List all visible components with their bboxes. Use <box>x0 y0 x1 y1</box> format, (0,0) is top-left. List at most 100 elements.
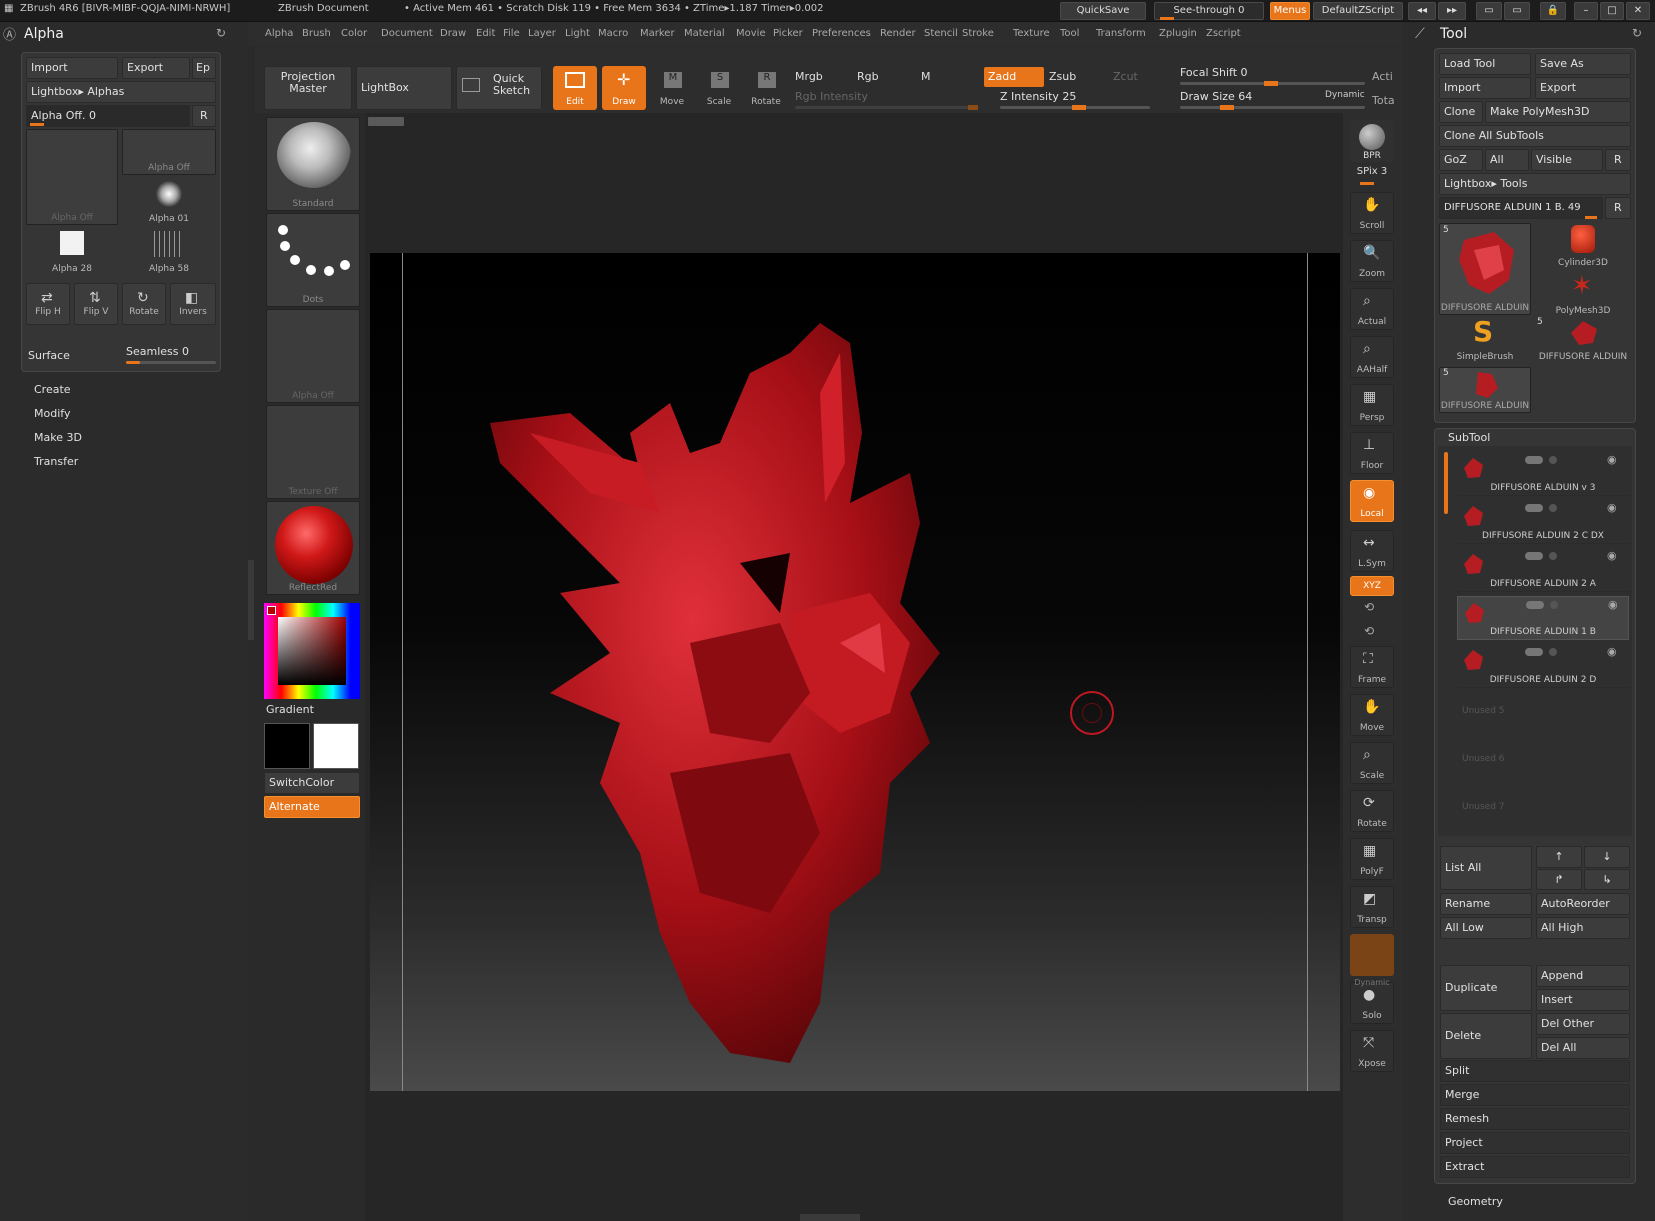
list-all-button[interactable]: List All <box>1440 846 1532 890</box>
clone-button[interactable]: Clone <box>1439 101 1483 123</box>
shelf-scroll-button[interactable]: ✋ Scroll <box>1350 192 1394 234</box>
switch-color-button[interactable]: SwitchColor <box>264 772 360 794</box>
shelf-floor-button[interactable]: ⊥ Floor <box>1350 432 1394 474</box>
invert-button[interactable]: ◧ Invers <box>170 283 216 325</box>
remesh-section[interactable]: Remesh <box>1440 1108 1630 1130</box>
draw-button[interactable]: ✛ Draw <box>602 66 646 110</box>
del-all-button[interactable]: Del All <box>1536 1037 1630 1059</box>
lightbox-tools-button[interactable]: Lightbox▸ Tools <box>1439 173 1631 195</box>
alpha-export-button[interactable]: Export <box>122 57 190 79</box>
bpr-button[interactable]: BPR <box>1350 120 1394 162</box>
autoreorder-button[interactable]: AutoReorder <box>1536 893 1630 915</box>
clone-all-subtools-button[interactable]: Clone All SubTools <box>1439 125 1631 147</box>
menu-marker[interactable]: Marker <box>640 28 675 39</box>
tool-thumb-cylinder[interactable]: Cylinder3D <box>1535 223 1631 269</box>
rgb-intensity-slider[interactable]: Rgb Intensity <box>795 90 868 103</box>
maximize-icon[interactable]: □ <box>1600 2 1624 20</box>
refresh-icon[interactable]: ↻ <box>216 26 226 40</box>
menu-render[interactable]: Render <box>880 28 916 39</box>
menu-macro[interactable]: Macro <box>598 28 628 39</box>
subtool-eye-icon[interactable]: ◉ <box>1607 549 1617 562</box>
document-scroll-handle[interactable] <box>368 117 404 126</box>
default-zscript-button[interactable]: DefaultZScript <box>1313 2 1403 20</box>
alpha-make3d-section[interactable]: Make 3D <box>34 431 82 444</box>
subtool-polypaint-icon[interactable] <box>1550 601 1558 609</box>
minimize-icon[interactable]: – <box>1574 2 1598 20</box>
shelf-local-button[interactable]: ◉ Local <box>1350 480 1394 522</box>
subtool-header[interactable]: SubTool <box>1448 431 1490 444</box>
all-high-button[interactable]: All High <box>1536 917 1630 939</box>
subtool-eye-icon[interactable]: ◉ <box>1607 453 1617 466</box>
subtool-eye-icon[interactable]: ◉ <box>1608 598 1618 611</box>
quicksave-button[interactable]: QuickSave <box>1060 2 1146 20</box>
rename-button[interactable]: Rename <box>1440 893 1532 915</box>
shelf-lsym-button[interactable]: ↔ L.Sym <box>1350 530 1394 572</box>
menu-edit[interactable]: Edit <box>476 28 495 39</box>
shelf-transp-button[interactable]: ◩ Transp <box>1350 886 1394 928</box>
subtool-polypaint-icon[interactable] <box>1549 648 1557 656</box>
tool-thumb-simplebrush[interactable]: S SimpleBrush <box>1439 317 1531 363</box>
duplicate-button[interactable]: Duplicate <box>1440 965 1532 1011</box>
dynamic-label[interactable]: Dynamic <box>1325 90 1365 100</box>
move-down-icon[interactable]: ↓ <box>1584 846 1630 868</box>
material-picker[interactable]: ReflectRed <box>266 501 360 595</box>
menu-zplugin[interactable]: Zplugin <box>1159 28 1197 39</box>
primary-color-swatch[interactable] <box>313 723 359 769</box>
tool-thumb-active[interactable]: 5 DIFFUSORE ALDUIN <box>1439 223 1531 315</box>
subtool-row[interactable]: ◉ DIFFUSORE ALDUIN v 3 <box>1457 452 1629 496</box>
tool-refresh-icon[interactable]: ↻ <box>1632 26 1642 40</box>
subtool-eye-icon[interactable]: ◉ <box>1607 645 1617 658</box>
draw-size-track[interactable] <box>1180 106 1365 109</box>
subtool-polypaint-icon[interactable] <box>1549 456 1557 464</box>
color-picker[interactable] <box>264 603 360 699</box>
menu-file[interactable]: File <box>503 28 520 39</box>
move-mode-button[interactable]: M Move <box>650 66 694 110</box>
all-low-button[interactable]: All Low <box>1440 917 1532 939</box>
extract-section[interactable]: Extract <box>1440 1156 1630 1178</box>
subtool-toggle-icon[interactable] <box>1525 504 1543 512</box>
insert-button[interactable]: Insert <box>1536 989 1630 1011</box>
bottom-tray-handle[interactable] <box>800 1214 860 1221</box>
shelf-actual-button[interactable]: ⌕ Actual <box>1350 288 1394 330</box>
shelf-move-button[interactable]: ✋ Move <box>1350 694 1394 736</box>
goz-button[interactable]: GoZ <box>1439 149 1483 171</box>
menu-tool[interactable]: Tool <box>1060 28 1079 39</box>
goz-visible-button[interactable]: Visible <box>1531 149 1603 171</box>
shelf-rotate-button[interactable]: ⟳ Rotate <box>1350 790 1394 832</box>
del-other-button[interactable]: Del Other <box>1536 1013 1630 1035</box>
shelf-polyf-button[interactable]: ▦ PolyF <box>1350 838 1394 880</box>
dragon-head-model[interactable] <box>490 313 990 1073</box>
shelf-aahalf-button[interactable]: ⌕ AAHalf <box>1350 336 1394 378</box>
subtool-row[interactable]: ◉ DIFFUSORE ALDUIN 2 C DX <box>1457 500 1629 544</box>
texture-picker[interactable]: Texture Off <box>266 405 360 499</box>
shelf-solo-button[interactable]: ● Solo <box>1350 982 1394 1024</box>
alpha-palette-icon[interactable]: Ⓐ <box>0 24 18 44</box>
close-icon[interactable]: ✕ <box>1626 2 1650 20</box>
subtool-toggle-icon[interactable] <box>1525 648 1543 656</box>
menu-stroke[interactable]: Stroke <box>962 28 994 39</box>
project-section[interactable]: Project <box>1440 1132 1630 1154</box>
move-up-right-icon[interactable]: ↱ <box>1536 869 1582 890</box>
layout-next-icon[interactable]: ▸▸ <box>1438 2 1466 20</box>
draw-size-slider[interactable]: Draw Size 64 <box>1180 90 1252 103</box>
goz-all-button[interactable]: All <box>1485 149 1529 171</box>
goz-r-button[interactable]: R <box>1605 149 1631 171</box>
lock-icon[interactable]: 🔒 <box>1540 2 1566 20</box>
current-tool-slider[interactable]: DIFFUSORE ALDUIN 1 B. 49 <box>1439 197 1603 219</box>
seamless-slider[interactable]: Seamless 0 <box>126 345 189 358</box>
zcut-button[interactable]: Zcut <box>1113 70 1138 83</box>
gradient-toggle[interactable]: Gradient <box>266 703 314 716</box>
zadd-button[interactable]: Zadd <box>984 67 1044 87</box>
layout-prev-icon[interactable]: ◂◂ <box>1408 2 1436 20</box>
geometry-section[interactable]: Geometry <box>1448 1195 1503 1208</box>
subtool-toggle-icon[interactable] <box>1526 601 1544 609</box>
zsub-button[interactable]: Zsub <box>1049 70 1076 83</box>
current-tool-r-button[interactable]: R <box>1605 197 1631 219</box>
stroke-picker[interactable]: Dots <box>266 213 360 307</box>
lightbox-alphas-button[interactable]: Lightbox▸ Alphas <box>26 81 216 103</box>
secondary-color-swatch[interactable] <box>264 723 310 769</box>
alpha-transfer-section[interactable]: Transfer <box>34 455 78 468</box>
subtool-scrollbar[interactable] <box>1444 452 1448 514</box>
alpha-modify-section[interactable]: Modify <box>34 407 70 420</box>
subtool-eye-icon[interactable]: ◉ <box>1607 501 1617 514</box>
